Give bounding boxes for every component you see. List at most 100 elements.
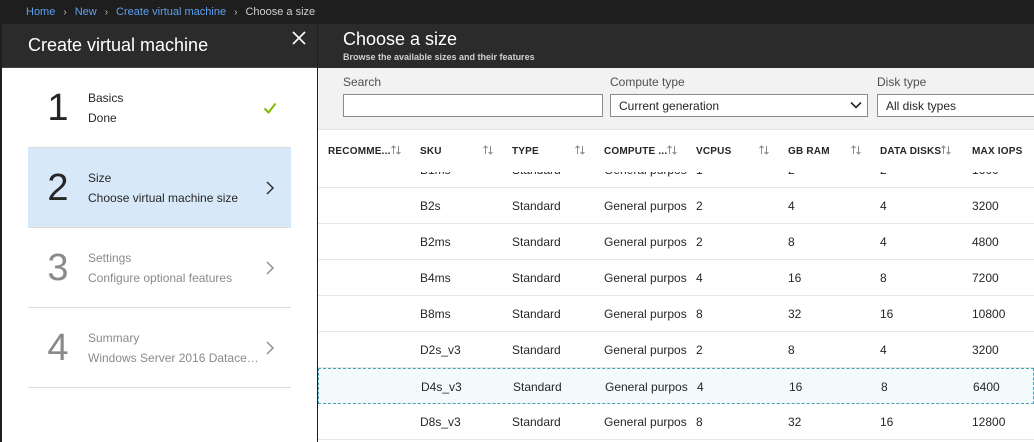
cell-data-disks: 8 [881,380,888,394]
column-header-vcpus[interactable]: VCPUS [696,146,731,157]
sort-icon[interactable] [850,144,862,156]
step-label: Size [88,170,112,185]
cell-data-disks: 4 [880,235,887,249]
cell-data-disks: 8 [880,271,887,285]
cell-gb-ram: 8 [788,343,795,357]
breadcrumb-current: Choose a size [245,6,316,18]
column-header-sku[interactable]: SKU [420,146,442,157]
close-icon [292,31,306,45]
step-number: 4 [47,326,69,369]
sort-icon[interactable] [482,144,494,156]
step-size[interactable]: 2 Size Choose virtual machine size [28,148,291,228]
chevron-right-icon [263,261,277,275]
cell-sku: B2ms [420,235,451,249]
column-header-compute-type[interactable]: COMPUTE ... [604,146,667,157]
sort-icon[interactable] [666,144,678,156]
step-subtitle: Done [88,110,117,125]
step-settings[interactable]: 3 Settings Configure optional features [28,228,291,308]
breadcrumb-separator-icon: › [104,6,109,18]
cell-max-iops: 10800 [972,307,1006,321]
cell-type: Standard [512,343,561,357]
table-row[interactable]: B2ms Standard General purpos 2 8 4 4800 [318,224,1034,260]
cell-max-iops: 12800 [972,415,1006,429]
table-row[interactable]: D4s_v3 Standard General purpos 4 16 8 6400 [318,368,1034,404]
table-row[interactable]: D8s_v3 Standard General purpos 8 32 16 12800 [318,404,1034,440]
step-number: 3 [47,246,69,289]
cell-compute-type: General purpos [604,199,687,213]
sort-icon[interactable] [390,144,402,156]
table-header: RECOMME... SKU TYPE COMPUTE ... VCPUS GB RAM D… [318,130,1034,172]
cell-data-disks: 4 [880,343,887,357]
table-row[interactable]: B2s Standard General purpos 2 4 4 3200 [318,188,1034,224]
breadcrumb-create-vm[interactable]: Create virtual machine [116,6,226,18]
step-subtitle: Configure optional features [88,270,233,285]
step-summary[interactable]: 4 Summary Windows Server 2016 Datacen... [28,308,291,388]
cell-compute-type: General purpos [604,307,687,321]
cell-vcpus: 4 [697,380,704,394]
cell-max-iops: 3200 [972,199,999,213]
cell-gb-ram: 8 [788,235,795,249]
cell-data-disks: 16 [880,415,894,429]
column-header-data-disks[interactable]: DATA DISKS [880,146,941,157]
cell-compute-type: General purpos [604,271,687,285]
compute-type-select[interactable]: Current generation [610,94,868,117]
cell-vcpus: 2 [696,235,703,249]
chevron-right-icon [263,181,277,195]
cell-type: Standard [513,380,562,394]
sort-icon[interactable] [758,144,770,156]
cell-type: Standard [512,235,561,249]
column-header-recommended[interactable]: RECOMME... [328,146,391,157]
cell-sku: B2s [420,199,441,213]
cell-vcpus: 4 [696,271,703,285]
table-row[interactable]: B8ms Standard General purpos 8 32 16 10800 [318,296,1034,332]
step-label: Settings [88,250,132,265]
cell-type: Standard [512,415,561,429]
cell-data-disks: 16 [880,307,894,321]
chevron-right-icon [263,341,277,355]
disk-type-select[interactable]: All disk types [877,94,1034,117]
disk-type-value: All disk types [886,98,957,113]
table-row[interactable]: B4ms Standard General purpos 4 16 8 7200 [318,260,1034,296]
cell-type: Standard [512,307,561,321]
cell-sku: B4ms [420,271,451,285]
cell-max-iops: 6400 [973,380,1000,394]
cell-max-iops: 3200 [972,343,999,357]
cell-max-iops: 7200 [972,271,999,285]
search-input[interactable] [343,94,603,117]
sort-icon[interactable] [574,144,586,156]
create-vm-blade: Create virtual machine 1 Basics Done 2 S… [2,24,317,442]
close-button[interactable] [289,28,309,48]
cell-vcpus: 2 [696,199,703,213]
cell-gb-ram: 16 [789,380,803,394]
cell-sku: D2s_v3 [420,343,461,357]
column-header-max-iops[interactable]: MAX IOPS [972,146,1023,157]
cell-gb-ram: 32 [788,415,802,429]
column-header-gb-ram[interactable]: GB RAM [788,146,830,157]
cell-sku: D8s_v3 [420,415,461,429]
blade-title: Choose a size [343,29,458,49]
checkmark-icon [263,101,277,115]
wizard-steps: 1 Basics Done 2 Size Choose virtual mach… [28,68,291,388]
cell-compute-type: General purpos [604,235,687,249]
step-subtitle: Windows Server 2016 Datacen... [88,350,263,365]
cell-sku: B8ms [420,307,451,321]
cell-vcpus: 8 [696,415,703,429]
choose-size-blade: Choose a size Browse the available sizes… [318,24,1034,442]
cell-gb-ram: 16 [788,271,802,285]
sort-icon[interactable] [940,144,952,156]
breadcrumb-new[interactable]: New [75,6,97,18]
step-basics[interactable]: 1 Basics Done [28,68,291,148]
step-number: 1 [47,86,69,129]
cell-compute-type: General purpos [605,380,688,394]
step-subtitle: Choose virtual machine size [88,190,239,205]
blade-header: Create virtual machine [2,24,317,68]
breadcrumb-home[interactable]: Home [26,6,55,18]
table-row[interactable]: D2s_v3 Standard General purpos 2 8 4 3200 [318,332,1034,368]
column-header-type[interactable]: TYPE [512,146,539,157]
cell-compute-type: General purpos [604,415,687,429]
filter-bar: Search Compute type Current generation D… [318,68,1034,130]
cell-vcpus: 2 [696,343,703,357]
compute-type-label: Compute type [610,75,685,89]
breadcrumb-separator-icon: › [63,6,67,18]
breadcrumb: Home › New › Create virtual machine › Ch… [0,0,1034,24]
